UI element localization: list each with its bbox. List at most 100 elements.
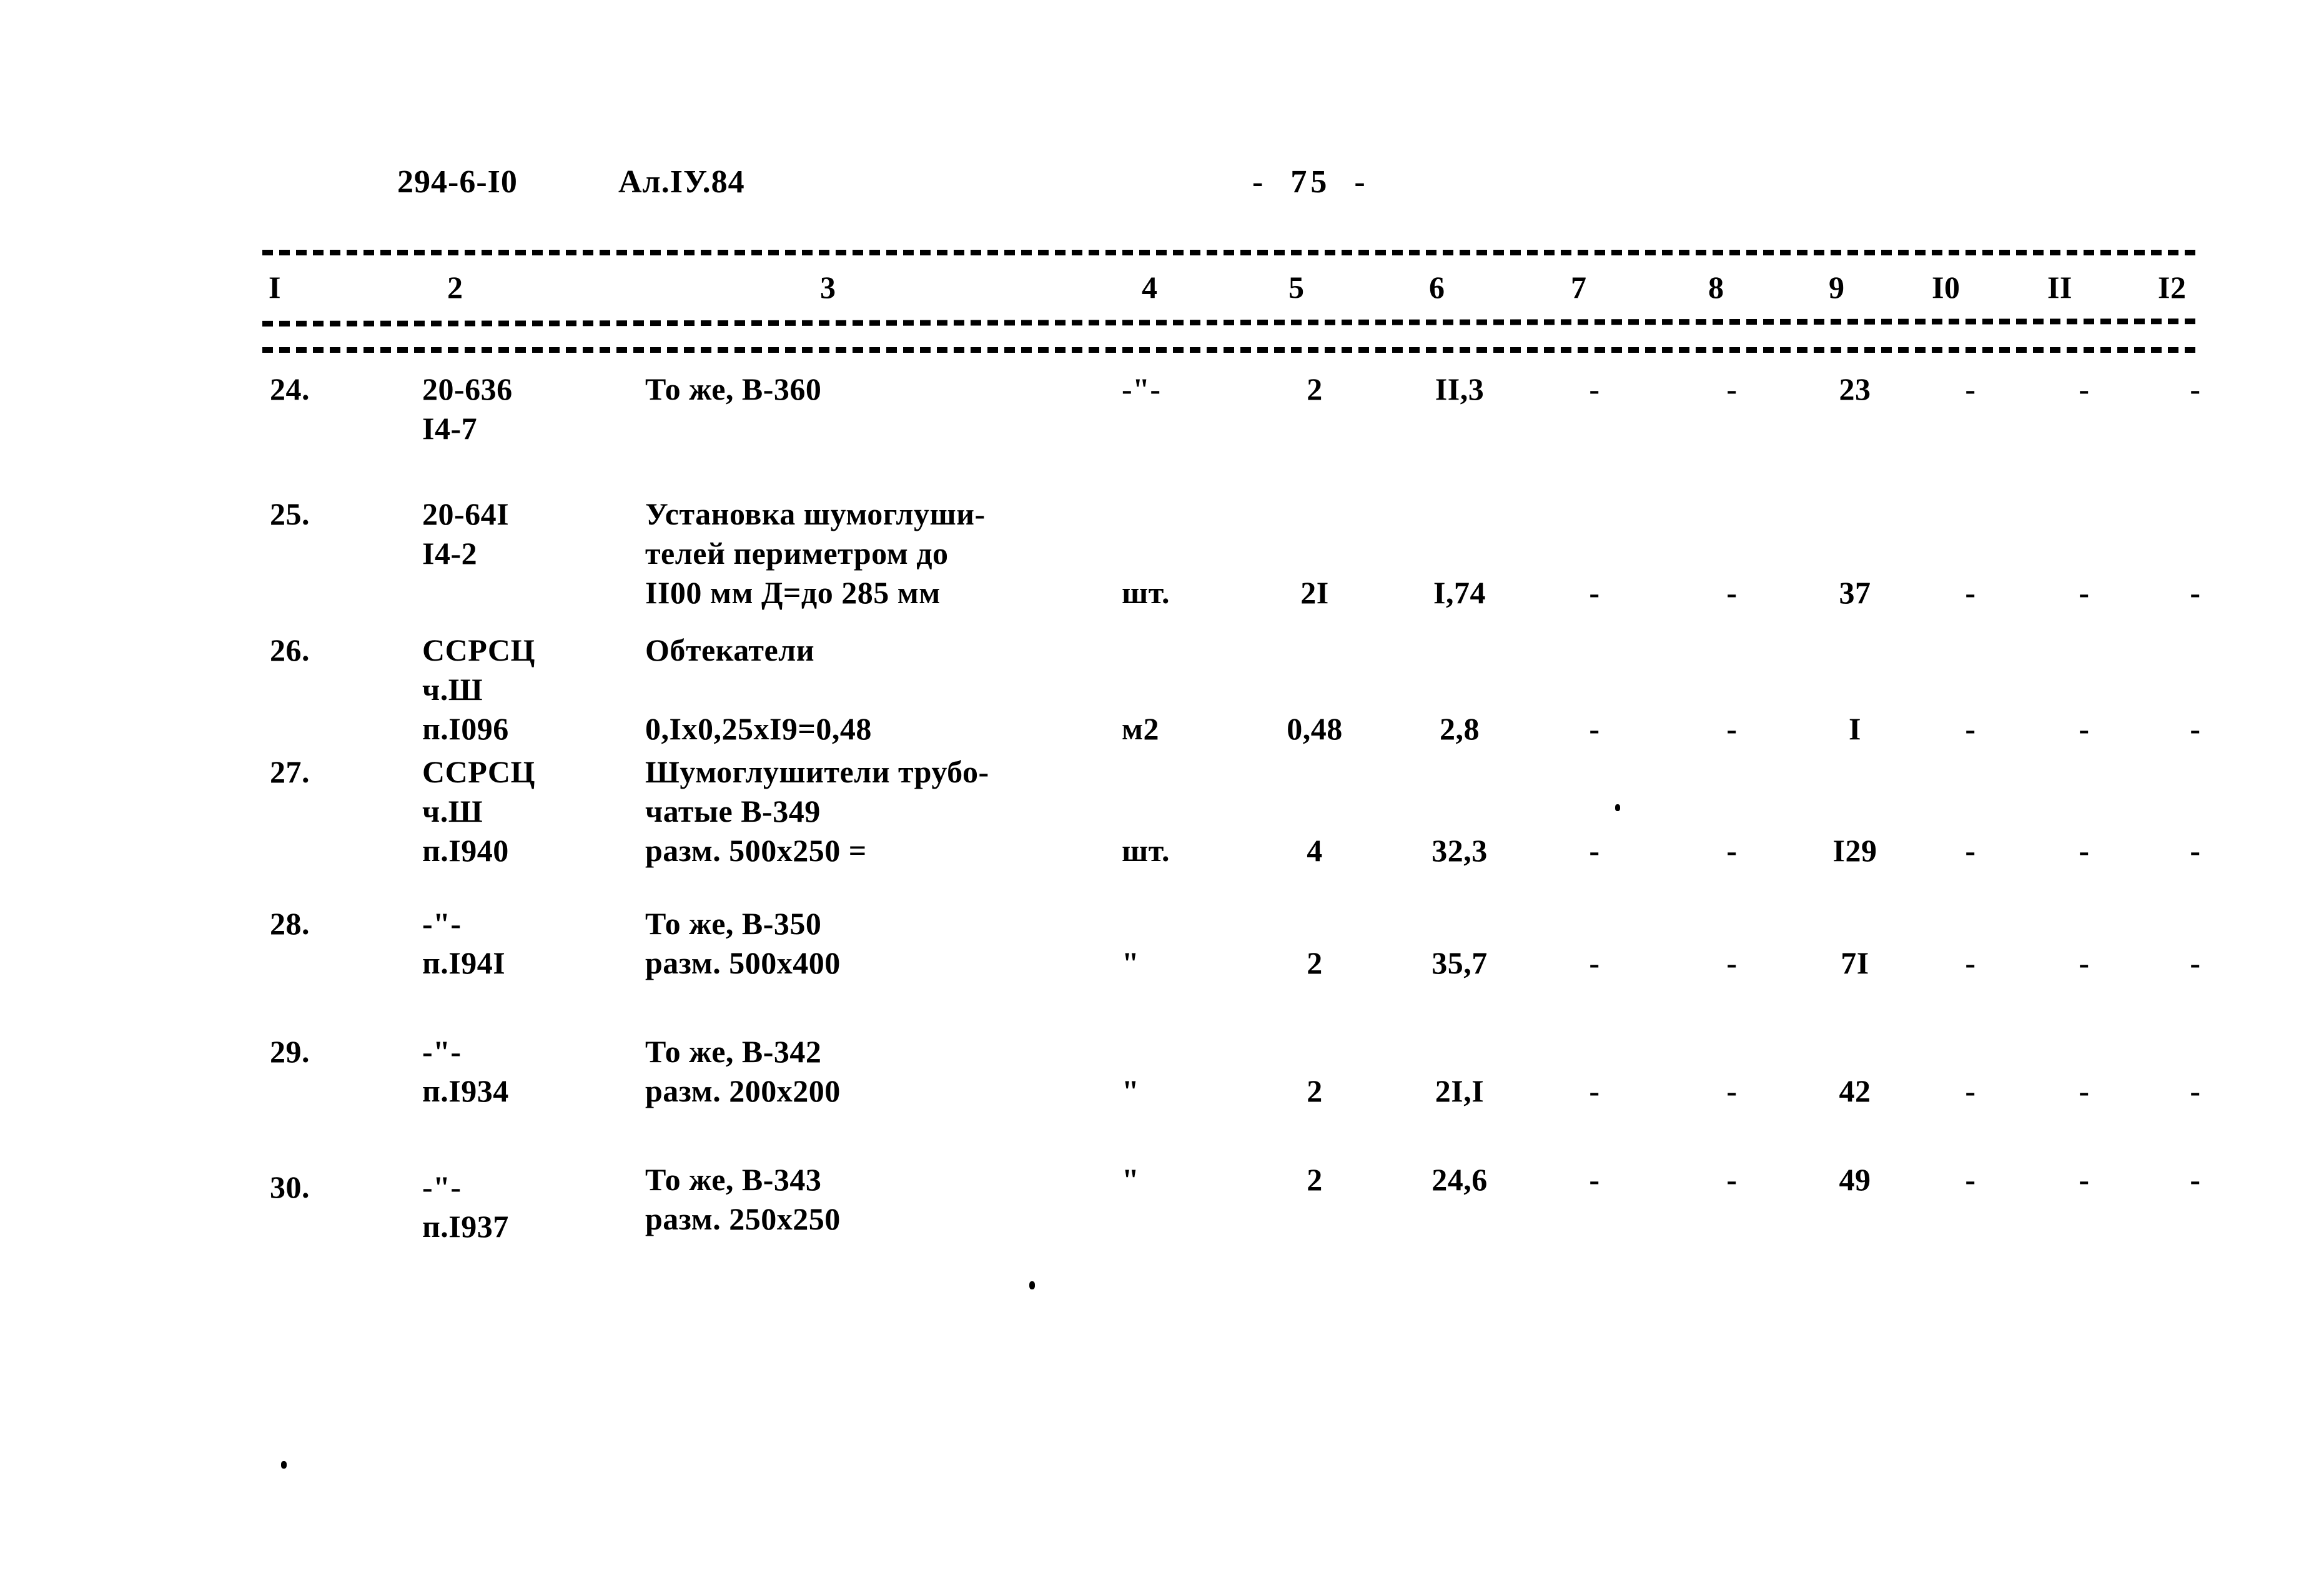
row-col8: -	[1726, 1073, 1738, 1108]
table-top-rule	[262, 250, 2198, 255]
row-col8: -	[1726, 945, 1738, 980]
table-header-rule	[262, 318, 2199, 327]
row-total: 37	[1839, 575, 1871, 610]
row-col10: -	[1965, 575, 1976, 610]
row-code: -"- п.I937	[422, 1170, 509, 1244]
row-col12: -	[2190, 945, 2201, 980]
row-unit-price: II,3	[1435, 372, 1485, 406]
row-code: ССРСЦ ч.Ш п.I940	[422, 754, 535, 868]
row-quantity: 0,48	[1287, 711, 1343, 746]
row-col11: -	[2079, 711, 2090, 746]
column-header-7: 7	[1571, 270, 1587, 305]
row-col8: -	[1726, 372, 1738, 406]
row-col8: -	[1726, 711, 1738, 746]
row-col11: -	[2079, 575, 2090, 610]
row-number: 29.	[270, 1034, 310, 1069]
row-description: То же, В-342 разм. 200х200	[645, 1034, 841, 1108]
row-total: I29	[1832, 833, 1877, 868]
row-total: 7I	[1841, 945, 1869, 980]
scan-speck	[281, 1461, 287, 1469]
column-header-11: II	[2047, 270, 2072, 305]
row-quantity: 2	[1307, 1073, 1323, 1108]
row-col8: -	[1726, 833, 1738, 868]
page-number: - 75 -	[1252, 164, 1369, 200]
row-unit: м2	[1122, 711, 1160, 746]
row-number: 30.	[270, 1170, 310, 1204]
row-quantity: 4	[1307, 833, 1323, 868]
row-total: 23	[1839, 372, 1871, 406]
row-description: Установка шумоглуши- телей периметром до…	[645, 496, 986, 610]
row-total: 42	[1839, 1073, 1871, 1108]
row-description: То же, В-343 разм. 250х250	[645, 1162, 841, 1236]
column-header-2: 2	[447, 270, 463, 305]
column-header-12: I2	[2158, 270, 2187, 305]
row-col7: -	[1589, 1162, 1600, 1197]
row-description: Шумоглушители трубо- чатые В-349 разм. 5…	[645, 754, 989, 868]
column-header-4: 4	[1142, 270, 1158, 305]
row-col12: -	[2190, 372, 2201, 406]
row-number: 27.	[270, 754, 310, 789]
column-header-3: 3	[820, 270, 836, 305]
row-col12: -	[2190, 575, 2201, 610]
row-quantity: 2	[1307, 372, 1323, 406]
row-col12: -	[2190, 711, 2201, 746]
document-code: 294-6-I0	[397, 164, 518, 200]
row-code: 20-64I I4-2	[422, 496, 510, 571]
row-number: 26.	[270, 633, 310, 667]
row-col8: -	[1726, 1162, 1738, 1197]
row-unit: "	[1122, 945, 1140, 980]
row-col7: -	[1589, 575, 1600, 610]
row-unit: -"-	[1122, 372, 1161, 406]
row-unit: "	[1122, 1073, 1140, 1108]
row-code: 20-636 I4-7	[422, 372, 513, 446]
row-col10: -	[1965, 945, 1976, 980]
row-col12: -	[2190, 1162, 2201, 1197]
column-header-5: 5	[1288, 270, 1305, 305]
scan-speck	[1029, 1281, 1035, 1289]
table-header-rule-second	[262, 347, 2198, 353]
row-total: I	[1849, 711, 1861, 746]
row-col10: -	[1965, 1162, 1976, 1197]
row-code: -"- п.I934	[422, 1034, 509, 1108]
column-header-1: I	[269, 270, 281, 305]
row-col10: -	[1965, 372, 1976, 406]
row-col8: -	[1726, 575, 1738, 610]
row-quantity: 2	[1307, 1162, 1323, 1197]
row-unit: шт.	[1122, 575, 1170, 610]
row-number: 24.	[270, 372, 310, 406]
row-unit-price: 2I,I	[1435, 1073, 1485, 1108]
row-col7: -	[1589, 372, 1600, 406]
row-description: Обтекатели 0,Ix0,25xI9=0,48	[645, 633, 872, 746]
row-code: -"- п.I94I	[422, 906, 506, 980]
row-col11: -	[2079, 833, 2090, 868]
row-quantity: 2I	[1300, 575, 1329, 610]
row-col11: -	[2079, 372, 2090, 406]
row-number: 28.	[270, 906, 310, 941]
row-col12: -	[2190, 1073, 2201, 1108]
column-header-8: 8	[1708, 270, 1724, 305]
row-unit-price: 32,3	[1431, 833, 1488, 868]
column-header-6: 6	[1429, 270, 1445, 305]
row-col10: -	[1965, 711, 1976, 746]
row-col10: -	[1965, 1073, 1976, 1108]
row-description: То же, В-360	[645, 372, 822, 406]
row-description: То же, В-350 разм. 500х400	[645, 906, 841, 980]
row-unit-price: I,74	[1433, 575, 1486, 610]
album-reference: Ал.IУ.84	[618, 164, 745, 200]
row-col7: -	[1589, 1073, 1600, 1108]
row-col12: -	[2190, 833, 2201, 868]
row-col11: -	[2079, 945, 2090, 980]
row-col7: -	[1589, 711, 1600, 746]
row-col7: -	[1589, 945, 1600, 980]
row-col10: -	[1965, 833, 1976, 868]
row-quantity: 2	[1307, 945, 1323, 980]
row-unit-price: 2,8	[1440, 711, 1480, 746]
row-unit: "	[1122, 1162, 1140, 1197]
column-header-10: I0	[1932, 270, 1961, 305]
row-code: ССРСЦ ч.Ш п.I096	[422, 633, 535, 746]
row-unit-price: 24,6	[1431, 1162, 1488, 1197]
scanned-document-page: 294-6-I0 Ал.IУ.84 - 75 - I 2 3 4 5 6 7 8…	[0, 0, 2324, 1586]
row-total: 49	[1839, 1162, 1871, 1197]
row-unit: шт.	[1122, 833, 1170, 868]
row-number: 25.	[270, 496, 310, 531]
